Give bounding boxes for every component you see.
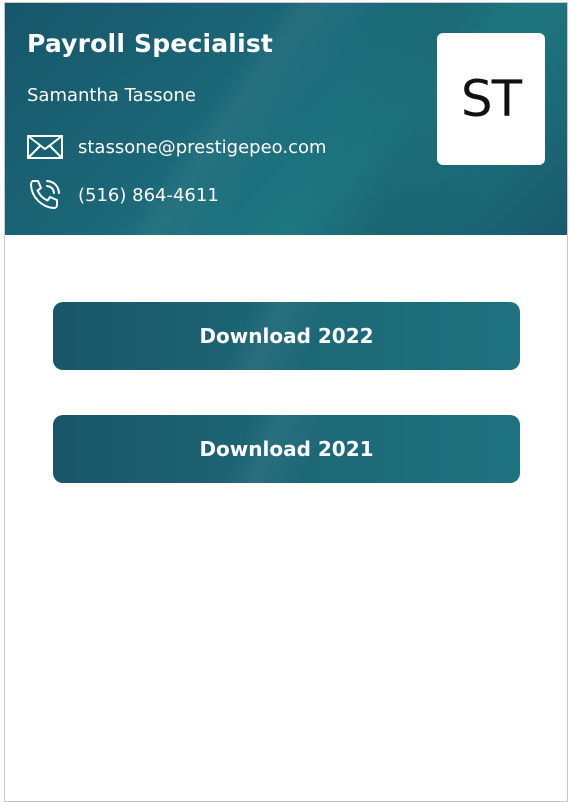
phone-icon [27,177,65,213]
contact-header: Payroll Specialist Samantha Tassone stas… [5,3,567,235]
envelope-icon [27,129,65,165]
job-title: Payroll Specialist [27,29,274,58]
phone-row[interactable]: (516) 864-4611 [27,177,219,213]
download-2022-button[interactable]: Download 2022 [53,302,520,370]
avatar: ST [437,33,545,165]
email-row[interactable]: stassone@prestigepeo.com [27,129,327,165]
download-2021-button[interactable]: Download 2021 [53,415,520,483]
phone-text[interactable]: (516) 864-4611 [78,185,219,206]
avatar-initials: ST [460,70,522,128]
person-name: Samantha Tassone [27,85,196,106]
page-frame: Payroll Specialist Samantha Tassone stas… [4,2,568,802]
email-text[interactable]: stassone@prestigepeo.com [78,137,327,158]
